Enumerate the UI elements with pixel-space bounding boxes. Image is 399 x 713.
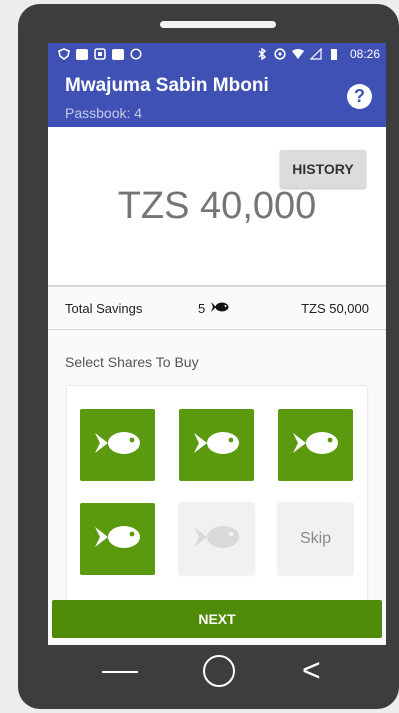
passbook-number: Passbook: 4 (65, 105, 143, 121)
alarm-icon (274, 48, 286, 60)
fish-icon (94, 430, 141, 461)
photo-icon (112, 48, 124, 60)
battery-icon (328, 48, 340, 60)
clock: 08:26 (349, 47, 380, 61)
fish-icon (292, 430, 339, 461)
fish-icon (193, 430, 240, 461)
balance-amount: TZS 40,000 (117, 185, 317, 227)
home-icon[interactable] (203, 655, 235, 687)
status-bar: 08:26 (48, 43, 386, 65)
wifi-icon (291, 48, 304, 60)
phone-speaker (160, 21, 276, 28)
skip-tile[interactable]: Skip (278, 503, 353, 575)
total-savings-label: Total Savings (65, 301, 143, 316)
select-shares-title: Select Shares To Buy (65, 354, 199, 370)
share-count-value: 5 (198, 301, 206, 316)
share-tile[interactable] (278, 409, 353, 481)
bluetooth-icon (256, 47, 268, 61)
share-tile[interactable] (179, 503, 254, 575)
app-bar: Mwajuma Sabin Mboni Passbook: 4 ? (48, 65, 386, 127)
balance-panel: HISTORY TZS 40,000 (48, 127, 386, 285)
image-icon (76, 48, 88, 60)
app-screen: 08:26 Mwajuma Sabin Mboni Passbook: 4 ? … (48, 43, 386, 645)
history-button[interactable]: HISTORY (280, 150, 366, 188)
recent-apps-icon[interactable]: < (302, 650, 332, 690)
next-button[interactable]: NEXT (52, 600, 382, 638)
share-grid: Skip (67, 386, 367, 606)
share-count: 5 (198, 301, 229, 316)
share-tile[interactable] (179, 409, 254, 481)
signal-icon (309, 47, 322, 60)
message-icon (94, 48, 106, 60)
share-tile[interactable] (80, 503, 155, 575)
fish-icon (193, 524, 240, 555)
shield-icon (58, 48, 70, 60)
divider (48, 329, 386, 330)
fish-icon (94, 524, 141, 555)
total-savings-value: TZS 50,000 (301, 301, 369, 316)
whatsapp-icon (130, 48, 142, 60)
total-savings-row: Total Savings 5 TZS 50,000 (48, 287, 386, 329)
back-icon[interactable] (102, 671, 138, 673)
member-name: Mwajuma Sabin Mboni (65, 75, 269, 96)
share-tile[interactable] (80, 409, 155, 481)
skip-label: Skip (299, 530, 332, 547)
help-icon[interactable]: ? (347, 84, 372, 109)
fish-icon (211, 301, 229, 316)
